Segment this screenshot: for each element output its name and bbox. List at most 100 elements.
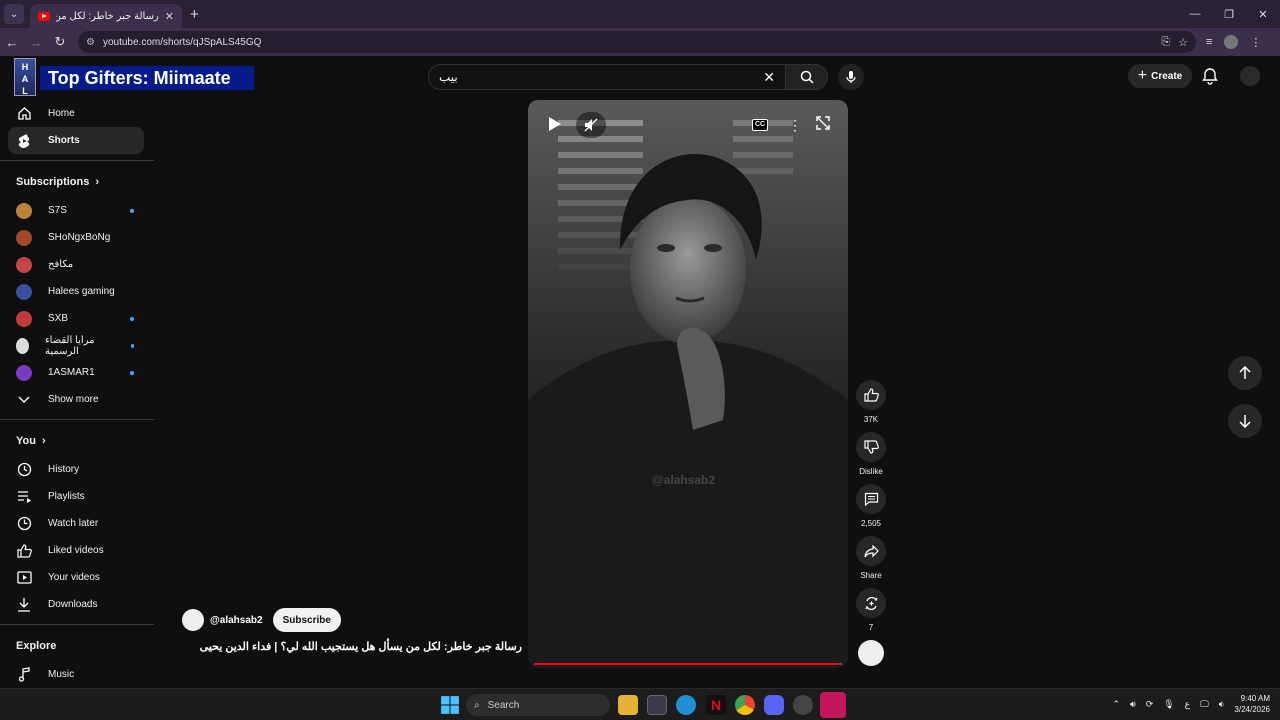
bookmark-star-icon[interactable]: ☆ <box>1178 36 1188 49</box>
previous-short-button[interactable] <box>1228 356 1262 390</box>
shorts-icon <box>16 133 32 149</box>
tray-overflow-icon[interactable]: ⌃ <box>1112 699 1120 710</box>
sidebar-item-music[interactable]: Music <box>0 661 154 688</box>
subscriptions-heading[interactable]: Subscriptions › <box>0 167 154 197</box>
channel-info: @alahsab2 Subscribe <box>182 608 341 632</box>
sidebar-item-playlists[interactable]: Playlists <box>0 483 154 510</box>
mute-button[interactable] <box>576 112 606 138</box>
history-icon <box>16 462 32 478</box>
shorts-actions: 37K Dislike 2,505 Share 7 <box>856 380 886 666</box>
media-control-icon[interactable]: ≡ <box>1206 36 1212 48</box>
netflix-icon[interactable]: N <box>706 695 726 715</box>
volume-icon[interactable]: 🔉︎ <box>1219 699 1225 710</box>
comments-button[interactable] <box>856 484 886 514</box>
forward-button[interactable]: → <box>24 35 48 50</box>
clear-search-icon[interactable]: ✕ <box>763 69 775 86</box>
play-button[interactable] <box>548 116 562 137</box>
edge-icon[interactable] <box>676 695 696 715</box>
subscription-item[interactable]: Halees gaming <box>0 278 154 305</box>
captions-icon[interactable]: CC <box>752 119 768 131</box>
video-watermark: @alahsab2 <box>652 473 716 487</box>
more-options-icon[interactable]: ⋮ <box>788 118 802 132</box>
subscription-item[interactable]: مرايا القضاء الرسمية <box>0 332 154 359</box>
url-text[interactable]: youtube.com/shorts/qJSpALS45GQ <box>103 37 1153 48</box>
network-icon[interactable]: 🖵 <box>1200 699 1209 710</box>
like-count: 37K <box>863 415 879 424</box>
volume-muted-icon <box>584 118 598 132</box>
subscription-item[interactable]: 1ASMAR1 <box>0 359 154 386</box>
fullscreen-button[interactable] <box>816 116 830 135</box>
tab-search-button[interactable]: ⌄ <box>4 4 24 24</box>
subscribe-button[interactable]: Subscribe <box>272 608 341 632</box>
chrome-icon[interactable] <box>735 695 755 715</box>
minimize-button[interactable]: — <box>1178 8 1212 21</box>
subscription-item[interactable]: SHoNgxBoNg <box>0 224 154 251</box>
browser-tab-bar: ⌄ رسالة جبر خاطر: لكل من يسأل هل ✕ + — ❐… <box>0 0 1280 28</box>
restore-button[interactable]: ❐ <box>1212 8 1246 21</box>
sidebar-item-history[interactable]: History <box>0 456 154 483</box>
browser-tab[interactable]: رسالة جبر خاطر: لكل من يسأل هل ✕ <box>30 4 182 28</box>
system-tray: ⌃ 🔊︎ ⟳ 🎙︎ ع 🖵 🔉︎ 9:40 AM 3/24/2026 <box>1112 693 1270 715</box>
thumbs-up-icon <box>863 388 879 402</box>
subscription-item[interactable]: مكافح <box>0 251 154 278</box>
you-heading[interactable]: You › <box>0 426 154 456</box>
search-query[interactable]: بيب <box>439 70 763 84</box>
install-app-icon[interactable]: ⎘ <box>1161 36 1170 49</box>
short-title[interactable]: رسالة جبر خاطر: لكل من يسأل هل يستجيب ال… <box>182 640 522 653</box>
sync-tray-icon[interactable]: ⟳ <box>1146 699 1154 710</box>
sidebar-item-liked[interactable]: Liked videos <box>0 537 154 564</box>
browser-menu-icon[interactable]: ⋮ <box>1250 36 1261 49</box>
omnibox[interactable]: ⚙ youtube.com/shorts/qJSpALS45GQ ⎘ ☆ <box>78 31 1196 53</box>
explore-title: Explore <box>16 640 57 652</box>
discord-icon[interactable] <box>764 695 784 715</box>
remix-button[interactable] <box>856 588 886 618</box>
sidebar-item-watch-later[interactable]: Watch later <box>0 510 154 537</box>
subscription-item[interactable]: SXB <box>0 305 154 332</box>
shorts-video-player[interactable]: CC ⋮ @alahsab2 <box>528 100 848 668</box>
mic-tray-icon[interactable]: 🎙︎ <box>1163 699 1174 710</box>
site-info-icon[interactable]: ⚙ <box>86 37 95 48</box>
sidebar-item-download[interactable]: Downloads <box>0 591 154 618</box>
tab-close-icon[interactable]: ✕ <box>165 10 174 23</box>
language-indicator[interactable]: ع <box>1185 699 1190 710</box>
clock-date: 3/24/2026 <box>1234 705 1270 714</box>
video-progress-bar[interactable] <box>534 663 842 665</box>
profile-avatar[interactable] <box>1224 35 1239 49</box>
speaker-tray-icon[interactable]: 🔊︎ <box>1130 699 1136 710</box>
file-explorer-icon[interactable] <box>618 695 638 715</box>
download-icon <box>16 597 32 613</box>
sidebar-item-your-videos[interactable]: Your videos <box>0 564 154 591</box>
search-button[interactable] <box>786 64 828 90</box>
like-button[interactable] <box>856 380 886 410</box>
sidebar-divider <box>0 419 154 420</box>
explore-heading: Explore <box>0 631 154 661</box>
music-icon <box>16 667 32 683</box>
create-button[interactable]: + Create <box>1128 64 1192 88</box>
new-tab-button[interactable]: + <box>190 6 199 23</box>
sidebar-item-shorts[interactable]: Shorts <box>8 127 144 154</box>
app-icon[interactable] <box>793 695 813 715</box>
notifications-bell-icon[interactable] <box>1202 67 1218 85</box>
subscription-item[interactable]: S7S <box>0 197 154 224</box>
store-icon[interactable] <box>647 695 667 715</box>
reload-button[interactable]: ↻ <box>48 34 72 50</box>
channel-name[interactable]: @alahsab2 <box>210 615 263 626</box>
address-bar-row: ← → ↻ ⚙ youtube.com/shorts/qJSpALS45GQ ⎘… <box>0 28 1280 56</box>
windows-start-icon[interactable] <box>440 695 460 715</box>
voice-search-button[interactable] <box>838 64 864 90</box>
channel-avatar[interactable] <box>182 609 204 631</box>
next-short-button[interactable] <box>1228 404 1262 438</box>
dislike-button[interactable] <box>856 432 886 462</box>
taskbar-clock[interactable]: 9:40 AM 3/24/2026 <box>1234 693 1270 715</box>
search-input[interactable]: بيب ✕ <box>428 64 786 90</box>
share-label: Share <box>860 571 882 580</box>
taskbar-search[interactable]: ⌕ Search <box>466 694 610 716</box>
share-button[interactable] <box>856 536 886 566</box>
sound-avatar[interactable] <box>858 640 884 666</box>
close-window-button[interactable]: ✕ <box>1246 8 1280 21</box>
active-app-icon[interactable] <box>820 692 846 718</box>
back-button[interactable]: ← <box>0 35 24 50</box>
account-avatar[interactable] <box>1240 66 1260 86</box>
show-more-button[interactable]: Show more <box>0 386 154 413</box>
sidebar-item-home[interactable]: Home <box>0 100 154 127</box>
